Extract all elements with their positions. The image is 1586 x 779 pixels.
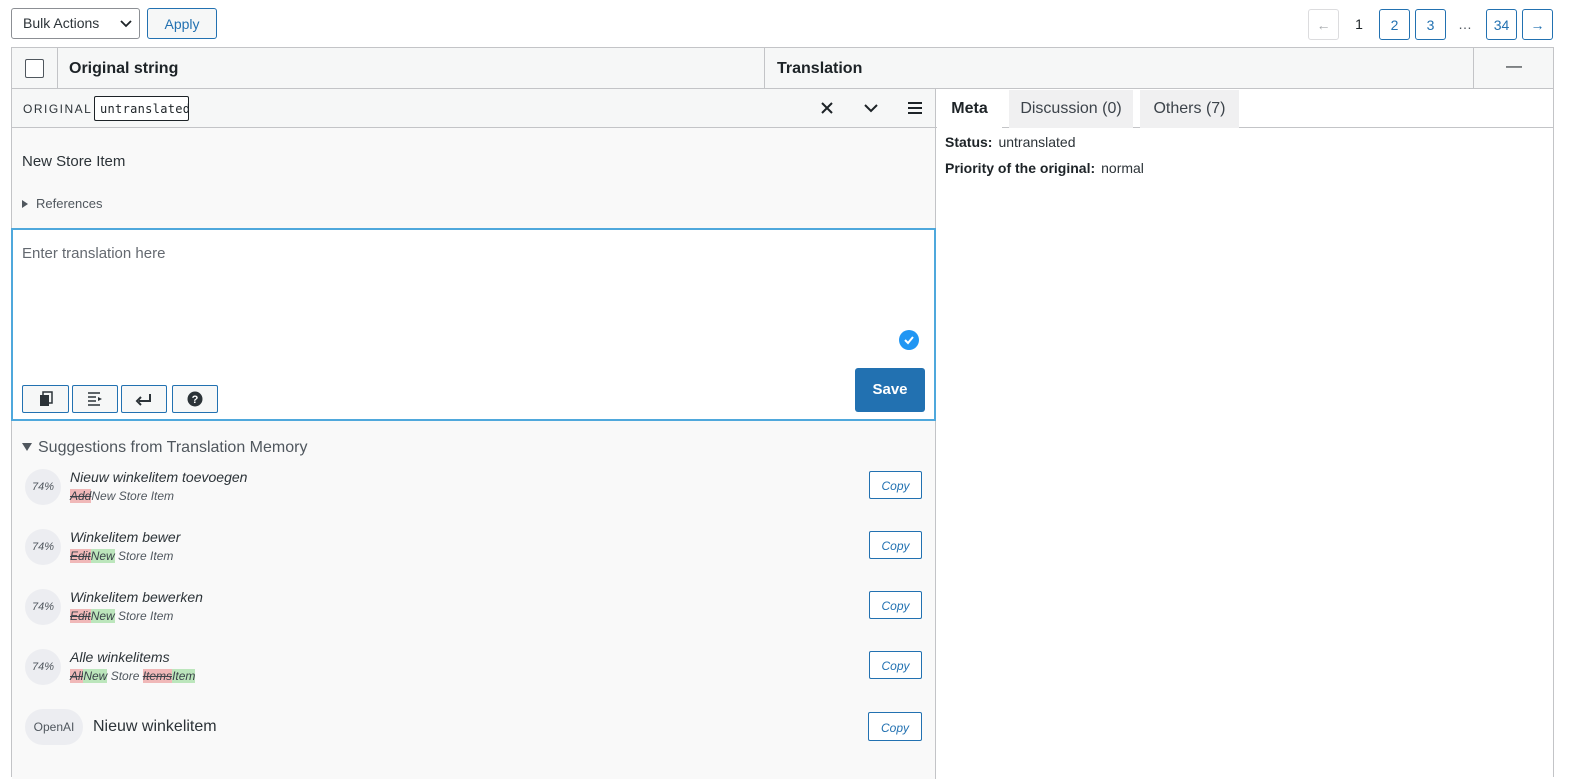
diff-unchanged: New Store Item: [91, 489, 175, 503]
match-score: 74%: [25, 589, 61, 625]
openai-suggestion-text: Nieuw winkelitem: [93, 718, 217, 735]
bulk-actions-select[interactable]: Bulk Actions: [11, 8, 140, 39]
status-value: untranslated: [998, 134, 1076, 150]
help-button[interactable]: ?: [172, 385, 218, 413]
meta-status: Status: untranslated: [945, 134, 1076, 150]
copy-button[interactable]: Copy: [869, 651, 922, 679]
page-34-button[interactable]: 34: [1486, 9, 1517, 40]
translation-input[interactable]: [22, 245, 882, 335]
diff-deleted: Items: [142, 669, 173, 683]
copy-icon: [39, 391, 53, 406]
copy-original-button[interactable]: [22, 385, 69, 413]
column-translation: Translation: [766, 48, 1474, 88]
suggestions-toggle[interactable]: Suggestions from Translation Memory: [22, 439, 307, 457]
insert-tab-button[interactable]: [72, 385, 118, 413]
chevron-down-icon[interactable]: [860, 97, 882, 119]
diff-inserted: New: [90, 609, 115, 623]
close-icon[interactable]: [816, 97, 838, 119]
caret-down-icon: [22, 443, 32, 451]
insert-newline-button[interactable]: [121, 385, 167, 413]
references-toggle[interactable]: References: [22, 196, 102, 211]
suggestion-diff: EditNew Store Item: [70, 549, 173, 563]
translation-box: ? Save: [11, 228, 936, 421]
chevron-down-icon: [120, 20, 132, 28]
help-icon: ?: [187, 391, 203, 407]
status-label: Status:: [945, 134, 993, 150]
diff-unchanged: Store Item: [114, 609, 174, 623]
copy-button[interactable]: Copy: [869, 471, 922, 499]
caret-right-icon: [22, 200, 28, 208]
diff-deleted: All: [70, 669, 84, 683]
openai-badge: OpenAI: [25, 709, 83, 745]
select-all-cell: [12, 48, 58, 88]
diff-inserted: New: [83, 669, 108, 683]
svg-text:?: ?: [192, 394, 199, 406]
match-score: 74%: [25, 469, 61, 505]
collapse-button[interactable]: —: [1475, 48, 1553, 88]
diff-deleted: Add: [70, 489, 92, 503]
suggestion-row: 74% Winkelitem bewer EditNew Store Item Cop…: [12, 529, 935, 589]
top-toolbar: Bulk Actions Apply ← 1 2 3 … 34 →: [0, 0, 1586, 48]
bulk-actions-label: Bulk Actions: [23, 15, 100, 31]
tab-others[interactable]: Others (7): [1140, 90, 1239, 128]
apply-button[interactable]: Apply: [147, 8, 217, 39]
meta-priority: Priority of the original: normal: [945, 160, 1144, 176]
suggestions-heading: Suggestions from Translation Memory: [38, 439, 308, 456]
text-indent-icon: [88, 392, 102, 406]
table-header: Original string Translation —: [12, 48, 1553, 89]
next-page-button[interactable]: →: [1522, 9, 1553, 40]
suggestion-row: 74% Alle winkelitems AllNew Store ItemsIte…: [12, 649, 935, 709]
original-label: ORIGINAL: [23, 102, 93, 116]
page-ellipsis: …: [1458, 16, 1472, 32]
strings-table: Original string Translation — ORIGINAL u…: [11, 47, 1554, 779]
suggestion-diff: AddNew Store Item: [70, 489, 174, 503]
suggestion-diff: AllNew Store ItemsItem: [70, 669, 196, 683]
match-score: 74%: [25, 649, 61, 685]
prev-page-button[interactable]: ←: [1308, 9, 1339, 40]
column-original-string: Original string: [59, 48, 765, 88]
priority-value: normal: [1101, 160, 1144, 176]
references-label: References: [36, 196, 103, 211]
status-badge: untranslated: [94, 96, 190, 121]
match-score: 74%: [25, 529, 61, 565]
diff-inserted: New: [90, 549, 115, 563]
meta-tabs: Meta Discussion (0) Others (7): [936, 89, 1553, 129]
priority-label: Priority of the original:: [945, 160, 1096, 176]
menu-icon[interactable]: [904, 97, 926, 119]
current-page: 1: [1355, 16, 1363, 32]
suggestion-text: Alle winkelitems: [70, 649, 170, 665]
diff-unchanged: Store Item: [114, 549, 174, 563]
copy-button[interactable]: Copy: [869, 531, 922, 559]
editor-header: ORIGINAL untranslated: [12, 89, 935, 128]
openai-suggestion: OpenAI Nieuw winkelitem Copy: [12, 709, 935, 769]
check-icon: [899, 330, 919, 350]
diff-unchanged: Store: [107, 669, 143, 683]
original-text: New Store Item: [22, 153, 126, 170]
translation-editor: ORIGINAL untranslated New Store Item Ref…: [11, 89, 936, 779]
select-all-checkbox[interactable]: [25, 59, 44, 78]
diff-deleted: Edit: [70, 549, 91, 563]
tab-discussion[interactable]: Discussion (0): [1009, 90, 1133, 128]
meta-panel: Meta Discussion (0) Others (7) Status: un…: [936, 89, 1553, 779]
suggestion-text: Winkelitem bewerken: [70, 589, 203, 605]
return-icon: [135, 394, 151, 406]
save-button[interactable]: Save: [855, 368, 925, 412]
page-2-button[interactable]: 2: [1379, 9, 1410, 40]
tab-meta[interactable]: Meta: [937, 90, 1002, 129]
copy-button[interactable]: Copy: [868, 712, 922, 741]
suggestion-row: 74% Winkelitem bewerken EditNew Store Item…: [12, 589, 935, 649]
copy-button[interactable]: Copy: [869, 591, 922, 619]
suggestion-row: 74% Nieuw winkelitem toevoegen AddNew Stor…: [12, 469, 935, 529]
diff-inserted: Item: [172, 669, 196, 683]
page-3-button[interactable]: 3: [1415, 9, 1446, 40]
suggestion-text: Winkelitem bewer: [70, 529, 181, 545]
suggestion-diff: EditNew Store Item: [70, 609, 173, 623]
suggestion-text: Nieuw winkelitem toevoegen: [70, 469, 248, 485]
diff-deleted: Edit: [70, 609, 91, 623]
